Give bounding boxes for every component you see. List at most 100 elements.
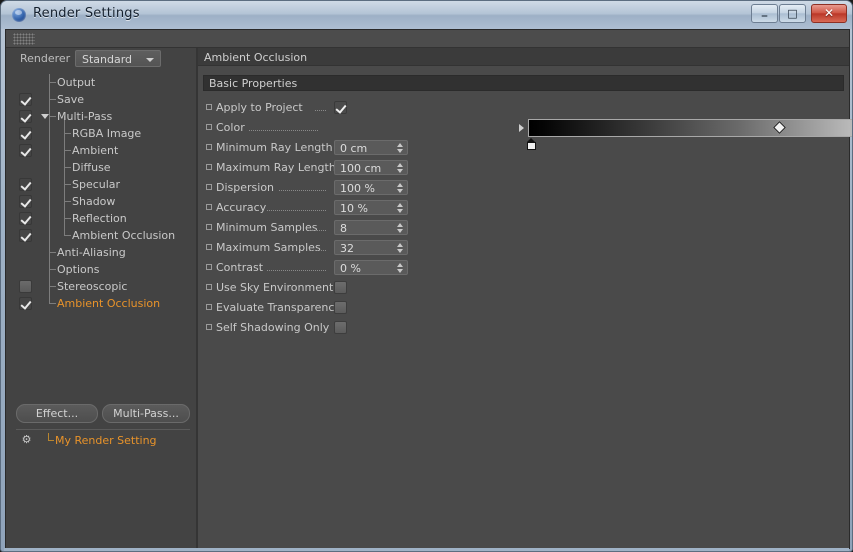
stepper-arrows-icon[interactable]: [397, 163, 404, 173]
property-number-field[interactable]: 10 %: [334, 200, 408, 215]
property-bullet-icon[interactable]: [206, 124, 212, 130]
tree-item-label: Output: [57, 76, 96, 89]
list-item[interactable]: ⚙ My Render Setting: [16, 432, 190, 448]
property-number-field[interactable]: 32: [334, 240, 408, 255]
renderer-dropdown[interactable]: Standard: [75, 50, 161, 67]
tree-item-anti-aliasing[interactable]: Anti-Aliasing: [6, 244, 196, 261]
tree-item-save[interactable]: Save: [6, 91, 196, 108]
c4d-logo-icon: [12, 8, 26, 22]
tree-connector: [64, 167, 71, 168]
tree-item-rgba-image[interactable]: RGBA Image: [6, 125, 196, 142]
property-bullet-icon[interactable]: [206, 184, 212, 190]
property-checkbox[interactable]: [334, 101, 347, 114]
tree-item-label: Save: [57, 93, 85, 106]
property-bullet-icon[interactable]: [206, 284, 212, 290]
window-titlebar[interactable]: Render Settings – □ ✕: [1, 1, 852, 29]
property-checkbox[interactable]: [334, 301, 347, 314]
property-number-field[interactable]: 0 cm: [334, 140, 408, 155]
tree-item-checkbox[interactable]: [19, 178, 32, 191]
tree-item-shadow[interactable]: Shadow: [6, 193, 196, 210]
tree-item-ambient-occlusion[interactable]: Ambient Occlusion: [6, 295, 196, 312]
property-label: Dispersion: [216, 181, 275, 194]
tree-item-reflection[interactable]: Reflection: [6, 210, 196, 227]
property-bullet-icon[interactable]: [206, 144, 212, 150]
property-value: 8: [340, 222, 347, 235]
tree-connector: [49, 82, 56, 83]
tree-item-checkbox[interactable]: [19, 229, 32, 242]
tree-item-checkbox[interactable]: [19, 144, 32, 157]
property-bullet-icon[interactable]: [206, 204, 212, 210]
property-label: Minimum Samples: [216, 221, 318, 234]
property-row-minimum-samples: Minimum Samples 8: [198, 218, 849, 238]
stepper-arrows-icon[interactable]: [397, 183, 404, 193]
property-row-accuracy: Accuracy 10 %: [198, 198, 849, 218]
tree-item-ambient[interactable]: Ambient: [6, 142, 196, 159]
tree-item-checkbox[interactable]: [19, 93, 32, 106]
tree-item-label: RGBA Image: [72, 127, 142, 140]
property-bullet-icon[interactable]: [206, 224, 212, 230]
property-bullet-icon[interactable]: [206, 104, 212, 110]
chevron-down-icon[interactable]: [41, 114, 49, 119]
tree-item-specular[interactable]: Specular: [6, 176, 196, 193]
tree-item-checkbox[interactable]: [19, 110, 32, 123]
tree-item-stereoscopic[interactable]: Stereoscopic: [6, 278, 196, 295]
property-number-field[interactable]: 8: [334, 220, 408, 235]
stepper-arrows-icon[interactable]: [397, 223, 404, 233]
group-header-basic-properties[interactable]: Basic Properties: [203, 75, 844, 91]
minimize-button[interactable]: –: [751, 4, 778, 24]
property-bullet-icon[interactable]: [206, 244, 212, 250]
property-row-self-shadowing-only: Self Shadowing Only: [198, 318, 849, 338]
tree-item-output[interactable]: Output: [6, 74, 196, 91]
property-row-use-sky-environment: Use Sky Environment: [198, 278, 849, 298]
property-bullet-icon[interactable]: [206, 264, 212, 270]
maximize-icon: □: [787, 7, 798, 20]
tree-item-label: Options: [57, 263, 100, 276]
group-header-label: Basic Properties: [209, 77, 298, 90]
property-row-evaluate-transparency: Evaluate Transparency: [198, 298, 849, 318]
property-label: Self Shadowing Only: [216, 321, 330, 334]
render-settings-tree: Output Save Multi-Pass RGBA Image Ambient Dif…: [6, 74, 196, 364]
render-target-icon[interactable]: ⚙: [21, 434, 32, 445]
stepper-arrows-icon[interactable]: [397, 203, 404, 213]
expand-right-icon[interactable]: [519, 124, 524, 132]
tree-item-multi-pass[interactable]: Multi-Pass: [6, 108, 196, 125]
property-label: Minimum Ray Length: [216, 141, 333, 154]
tree-item-checkbox[interactable]: [19, 212, 32, 225]
property-row-contrast: Contrast 0 %: [198, 258, 849, 278]
stepper-arrows-icon[interactable]: [397, 263, 404, 273]
property-checkbox[interactable]: [334, 321, 347, 334]
window-bottom-edge: [4, 548, 849, 551]
tree-item-label: Anti-Aliasing: [57, 246, 126, 259]
property-number-field[interactable]: 100 %: [334, 180, 408, 195]
property-number-field[interactable]: 100 cm: [334, 160, 408, 175]
section-title-bar: Ambient Occlusion: [198, 48, 849, 66]
property-value: 100 cm: [340, 162, 382, 175]
property-value: 100 %: [340, 182, 375, 195]
maximize-button[interactable]: □: [779, 4, 806, 23]
stepper-arrows-icon[interactable]: [397, 143, 404, 153]
property-bullet-icon[interactable]: [206, 304, 212, 310]
multi-pass-button[interactable]: Multi-Pass...: [102, 404, 190, 423]
close-button[interactable]: ✕: [811, 4, 847, 23]
tree-item-diffuse[interactable]: Diffuse: [6, 159, 196, 176]
tree-item-checkbox[interactable]: [19, 297, 32, 310]
drag-grip-handle[interactable]: [13, 33, 35, 45]
property-number-field[interactable]: 0 %: [334, 260, 408, 275]
property-label: Contrast: [216, 261, 264, 274]
stepper-arrows-icon[interactable]: [397, 243, 404, 253]
property-value: 32: [340, 242, 354, 255]
color-gradient-bar[interactable]: [528, 119, 852, 137]
property-row-maximum-ray-length: Maximum Ray Length 100 cm: [198, 158, 849, 178]
effect-button[interactable]: Effect...: [16, 404, 98, 423]
tree-item-options[interactable]: Options: [6, 261, 196, 278]
property-bullet-icon[interactable]: [206, 324, 212, 330]
property-checkbox[interactable]: [334, 281, 347, 294]
property-bullet-icon[interactable]: [206, 164, 212, 170]
gradient-midpoint-marker[interactable]: [773, 121, 786, 134]
tree-connector: [64, 218, 71, 219]
tree-item-checkbox[interactable]: [19, 195, 32, 208]
tree-item-checkbox[interactable]: [19, 280, 32, 293]
tree-item-ambient-occlusion[interactable]: Ambient Occlusion: [6, 227, 196, 244]
tree-connector: [49, 99, 56, 100]
tree-item-checkbox[interactable]: [19, 127, 32, 140]
